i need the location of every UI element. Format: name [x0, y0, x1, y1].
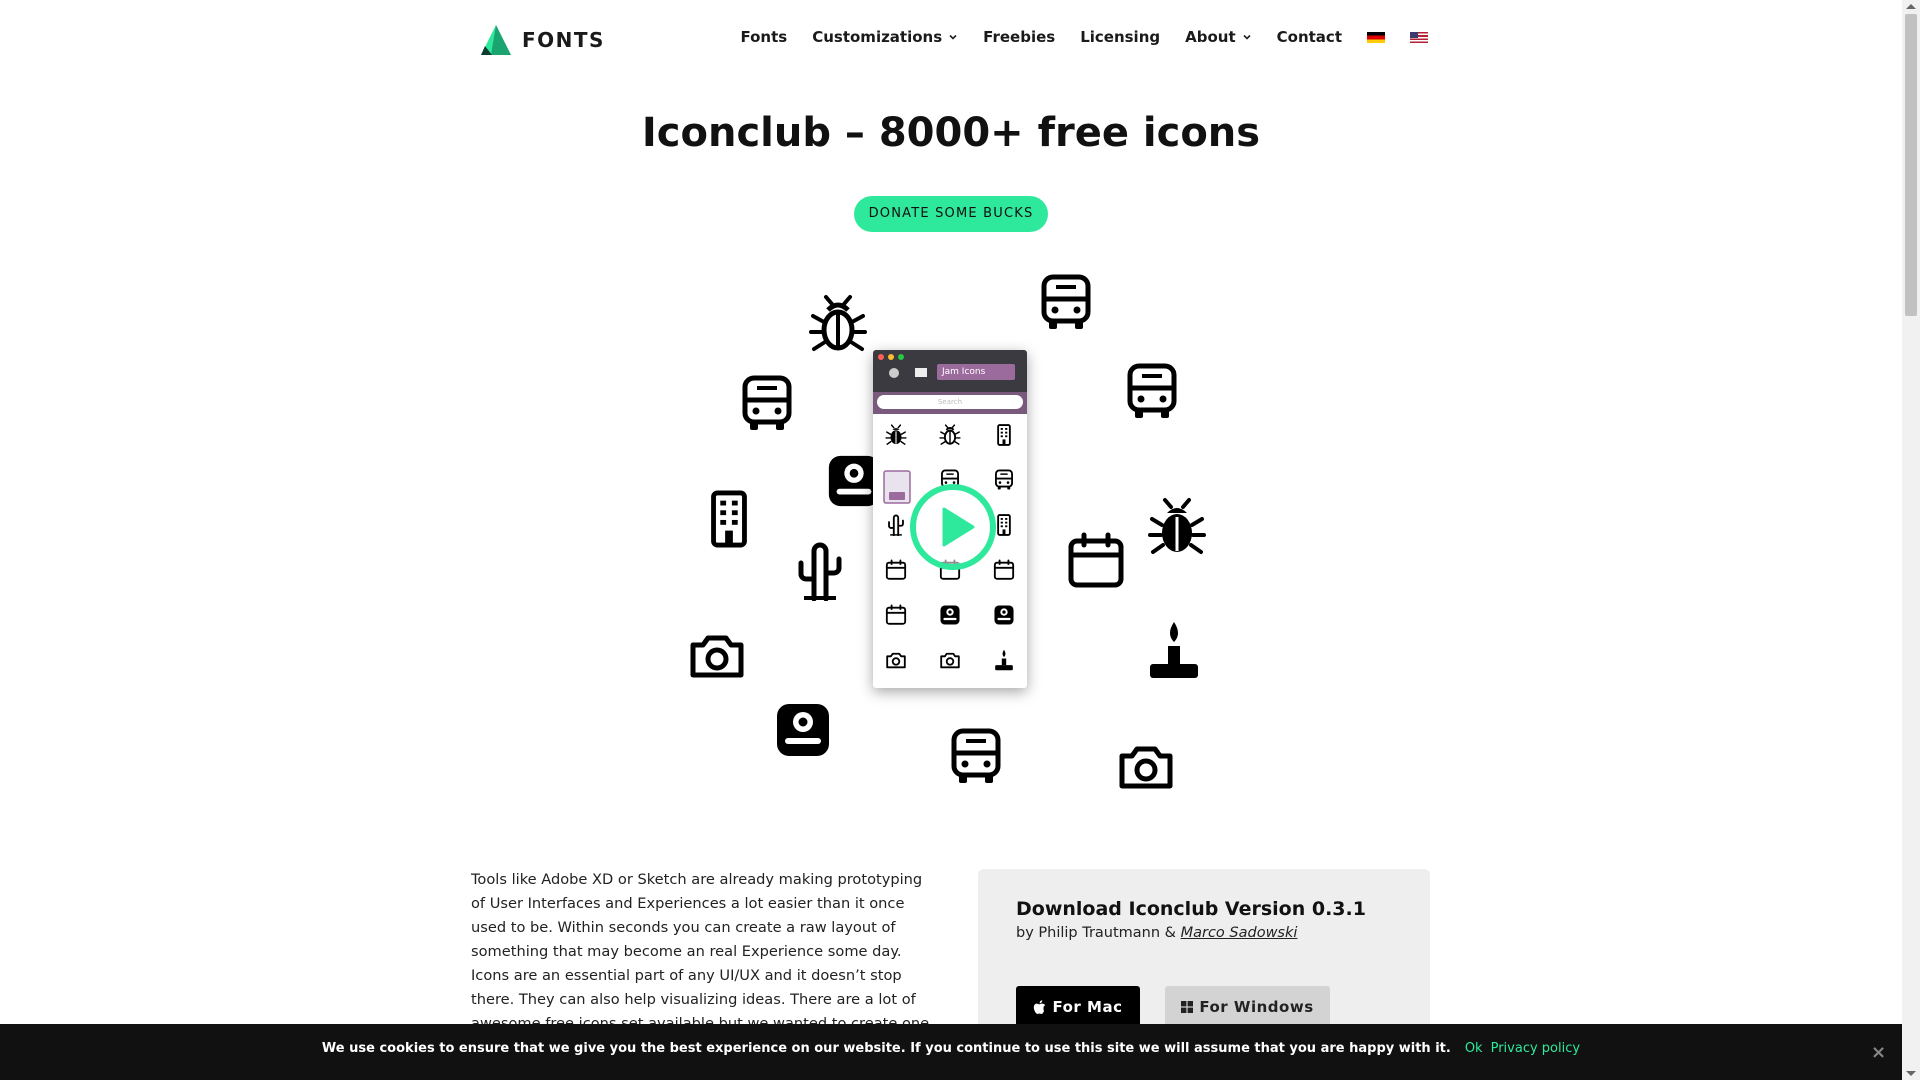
main-nav: Fonts Customizations Freebies Licensing …: [740, 28, 1428, 46]
calendar-icon: [885, 604, 907, 626]
scroll-down-arrow-icon[interactable]: [1906, 1071, 1916, 1076]
cookie-text: We use cookies to ensure that we give yo…: [321, 1041, 1451, 1056]
cookie-content: We use cookies to ensure that we give yo…: [0, 1041, 1902, 1056]
bus-icon: [737, 374, 797, 434]
camera-icon: [687, 625, 747, 685]
candle-icon: [1144, 620, 1204, 680]
author-prefix: by Philip Trautmann &: [1016, 925, 1181, 941]
page-scrollbar[interactable]: [1902, 0, 1920, 1080]
site-header: FONTS Fonts Customizations Freebies Lice…: [0, 0, 1902, 80]
nav-about[interactable]: About: [1185, 28, 1252, 46]
camera-icon: [1116, 736, 1176, 796]
nav-fonts[interactable]: Fonts: [740, 28, 787, 46]
nav-fonts-label: Fonts: [740, 28, 788, 46]
download-windows-button[interactable]: For Windows: [1165, 986, 1330, 1028]
nav-licensing-label: Licensing: [1080, 28, 1161, 46]
icon-set-select: Jam Icons: [937, 364, 1015, 380]
camera-icon: [939, 649, 961, 671]
bug-icon: [1147, 497, 1207, 557]
bug-icon: [885, 424, 907, 446]
logo-text: FONTS: [522, 28, 605, 52]
cookie-close-icon[interactable]: ×: [1871, 1042, 1886, 1063]
chevron-down-icon: [1243, 34, 1251, 40]
german-flag-icon: [1367, 31, 1385, 43]
cookie-ok-button[interactable]: Ok: [1465, 1041, 1483, 1056]
nav-contact[interactable]: Contact: [1277, 28, 1342, 46]
chevron-down-icon: [949, 34, 957, 40]
nav-customizations[interactable]: Customizations: [812, 28, 958, 46]
app-search-input: Search: [877, 395, 1023, 409]
close-dot-icon: [878, 354, 884, 360]
drive-icon: [993, 604, 1015, 626]
donate-button[interactable]: DONATE SOME BUCKS: [854, 196, 1048, 232]
nav-about-label: About: [1185, 28, 1236, 46]
candle-icon: [993, 649, 1015, 671]
windows-icon: [1181, 1001, 1194, 1013]
author-link[interactable]: Marco Sadowski: [1181, 925, 1298, 941]
bus-icon: [946, 727, 1006, 787]
nav-contact-label: Contact: [1276, 28, 1342, 46]
site-logo[interactable]: FONTS: [480, 24, 605, 56]
drive-icon: [773, 700, 833, 760]
calendar-icon: [1066, 531, 1126, 591]
nav-freebies[interactable]: Freebies: [983, 28, 1055, 46]
play-video-button[interactable]: [909, 483, 997, 571]
logo-triangle-icon: [481, 25, 511, 55]
bug-outline-icon: [939, 424, 961, 446]
download-title: Download Iconclub Version 0.3.1: [1016, 898, 1366, 920]
cactus-icon: [885, 514, 907, 536]
windows-button-label: For Windows: [1199, 998, 1314, 1016]
minimize-dot-icon: [888, 354, 894, 360]
building-icon: [993, 424, 1015, 446]
bus-icon: [1036, 273, 1096, 333]
scroll-thumb[interactable]: [1905, 14, 1917, 316]
page-title: Iconclub – 8000+ free icons: [641, 110, 1261, 156]
download-authors: by Philip Trautmann & Marco Sadowski: [1016, 925, 1297, 941]
us-flag-icon: [1410, 31, 1428, 43]
apple-icon: [1034, 999, 1046, 1014]
folder-icon: [915, 368, 927, 377]
bus-icon: [1122, 362, 1182, 422]
download-mac-button[interactable]: For Mac: [1016, 986, 1140, 1028]
language-german[interactable]: [1367, 31, 1385, 43]
app-search-bar: Search: [873, 392, 1027, 414]
svg-file-icon: [883, 470, 911, 504]
calendar-icon: [885, 559, 907, 581]
nav-freebies-label: Freebies: [983, 28, 1056, 46]
cactus-icon: [790, 541, 850, 601]
cookie-privacy-link[interactable]: Privacy policy: [1491, 1041, 1580, 1056]
scroll-up-arrow-icon[interactable]: [1906, 4, 1916, 9]
cookie-banner: We use cookies to ensure that we give yo…: [0, 1024, 1902, 1080]
camera-icon: [885, 649, 907, 671]
mac-button-label: For Mac: [1052, 998, 1123, 1016]
nav-licensing[interactable]: Licensing: [1080, 28, 1160, 46]
bug-outline-icon: [808, 294, 868, 354]
zoom-dot-icon: [898, 354, 904, 360]
app-titlebar: Jam Icons: [873, 350, 1027, 392]
nav-customizations-label: Customizations: [812, 28, 943, 46]
drive-icon: [939, 604, 961, 626]
puzzle-icon: [889, 368, 899, 378]
language-english[interactable]: [1410, 31, 1428, 43]
building-icon: [700, 490, 758, 548]
